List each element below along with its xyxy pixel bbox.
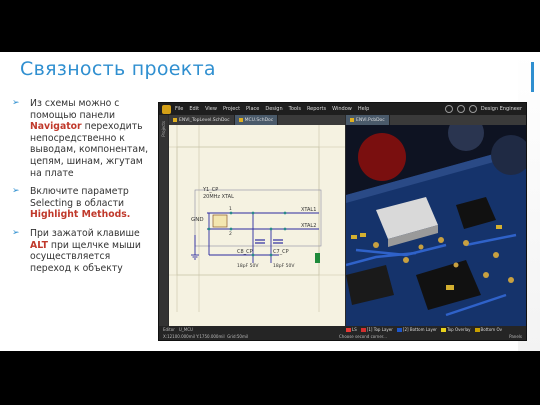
pin-1: 1: [229, 206, 232, 212]
projects-panel-label: Projects: [161, 121, 166, 137]
layer-swatch: [440, 327, 446, 332]
pin-2: 2: [229, 231, 232, 237]
status-coords: X:12100.000mil Y:1750.000mil Grid:50mil: [163, 334, 249, 339]
layer-swatch: [346, 327, 351, 332]
arrow-bullet-icon: ➢: [12, 227, 20, 238]
menu-file[interactable]: File: [175, 106, 183, 112]
label-y1: Y1_CP: [202, 187, 218, 193]
label-xtal1: XTAL1: [301, 207, 316, 213]
pcb-3d-view[interactable]: ENVI.PcbDoc: [346, 115, 526, 326]
layer-swatch: [360, 327, 366, 332]
label-c7: C7_CP: [273, 249, 289, 255]
layer-swatch: [396, 327, 402, 332]
layer-bottom[interactable]: [2] Bottom Layer: [396, 327, 437, 332]
schematic-doc-icon: [238, 118, 243, 122]
schematic-doc-icon: [173, 118, 177, 122]
schematic-editor[interactable]: ENVI_TopLevel.SchDoc MCU.SchDoc Y1_CP 20…: [169, 115, 345, 326]
menu-window[interactable]: Window: [332, 106, 352, 112]
status-bar: Editor U_MCU LS [1] Top Layer [2] Bottom…: [159, 326, 526, 340]
pcb-doc-icon: [350, 118, 354, 122]
user-avatar-icon[interactable]: [468, 105, 477, 113]
label-xtal2: XTAL2: [301, 223, 316, 229]
label-freq: 20MHz XTAL: [203, 194, 234, 200]
menu-right: Design Engineer: [444, 105, 526, 113]
arrow-bullet-icon: ➢: [12, 186, 20, 197]
bullet-list: ➢ Из схемы можно с помощью панели Navigat…: [12, 98, 152, 281]
tab-pcb[interactable]: ENVI.PcbDoc: [346, 115, 390, 125]
menu-bar: File Edit View Project Place Design Tool…: [159, 103, 526, 115]
status-grid: Grid:50mil: [227, 334, 249, 339]
notification-icon[interactable]: [456, 105, 465, 113]
label-c8-value: 18pF 50V: [237, 263, 259, 269]
settings-icon[interactable]: [444, 105, 453, 113]
arrow-bullet-icon: ➢: [12, 98, 20, 108]
app-logo-icon: [162, 104, 171, 114]
menu-design[interactable]: Design: [265, 106, 282, 112]
panels-button[interactable]: Panels: [509, 334, 522, 339]
tab-mcu[interactable]: MCU.SchDoc: [234, 115, 279, 125]
menu-reports[interactable]: Reports: [307, 106, 326, 112]
menu-help[interactable]: Help: [358, 106, 369, 112]
pcb-canvas[interactable]: [346, 125, 526, 326]
bullet-item: ➢ При зажатой клавише ALT при щелчке мыши…: [12, 227, 141, 274]
bullet-item: ➢ Включите параметр Selecting в области H…: [12, 186, 131, 221]
app-screenshot: File Edit View Project Place Design Tool…: [158, 102, 527, 341]
label-c7-value: 18pF 50V: [273, 263, 295, 269]
layer-ls[interactable]: LS: [346, 327, 357, 332]
layer-swatch: [474, 327, 480, 332]
schematic-tabs: ENVI_TopLevel.SchDoc MCU.SchDoc: [169, 115, 345, 125]
layer-top[interactable]: [1] Top Layer: [360, 327, 393, 332]
schematic-canvas[interactable]: Y1_CP 20MHz XTAL GND XTAL1 XTAL2 C8_CP 1…: [169, 125, 345, 312]
tab-editor[interactable]: Editor: [163, 327, 175, 332]
menu-tools[interactable]: Tools: [289, 106, 301, 112]
layer-top-overlay[interactable]: Top Overlay: [440, 327, 471, 332]
menu-edit[interactable]: Edit: [189, 106, 199, 112]
layer-tabs: LS [1] Top Layer [2] Bottom Layer Top Ov…: [346, 326, 506, 333]
tab-top-level[interactable]: ENVI_TopLevel.SchDoc: [169, 115, 235, 125]
pcb-tabs: ENVI.PcbDoc: [346, 115, 526, 125]
user-name[interactable]: Design Engineer: [481, 106, 522, 112]
projects-panel-strip[interactable]: Projects: [159, 115, 168, 326]
status-hint: Choose second corner...: [339, 334, 387, 339]
bullet-item: ➢ Из схемы можно с помощью панели Navigat…: [12, 98, 149, 179]
layer-bottom-overlay[interactable]: Bottom Ov: [474, 327, 502, 332]
menu-project[interactable]: Project: [223, 106, 240, 112]
label-gnd: GND: [191, 217, 204, 223]
menu-view[interactable]: View: [205, 106, 217, 112]
tab-u-mcu[interactable]: U_MCU: [179, 327, 193, 332]
slide: Связность проекта ➢ Из схемы можно с помо…: [0, 52, 540, 351]
slide-title: Связность проекта: [20, 58, 216, 80]
menu-place[interactable]: Place: [246, 106, 259, 112]
label-c8: C8_CP: [237, 249, 253, 255]
accent-bar: [531, 62, 534, 92]
